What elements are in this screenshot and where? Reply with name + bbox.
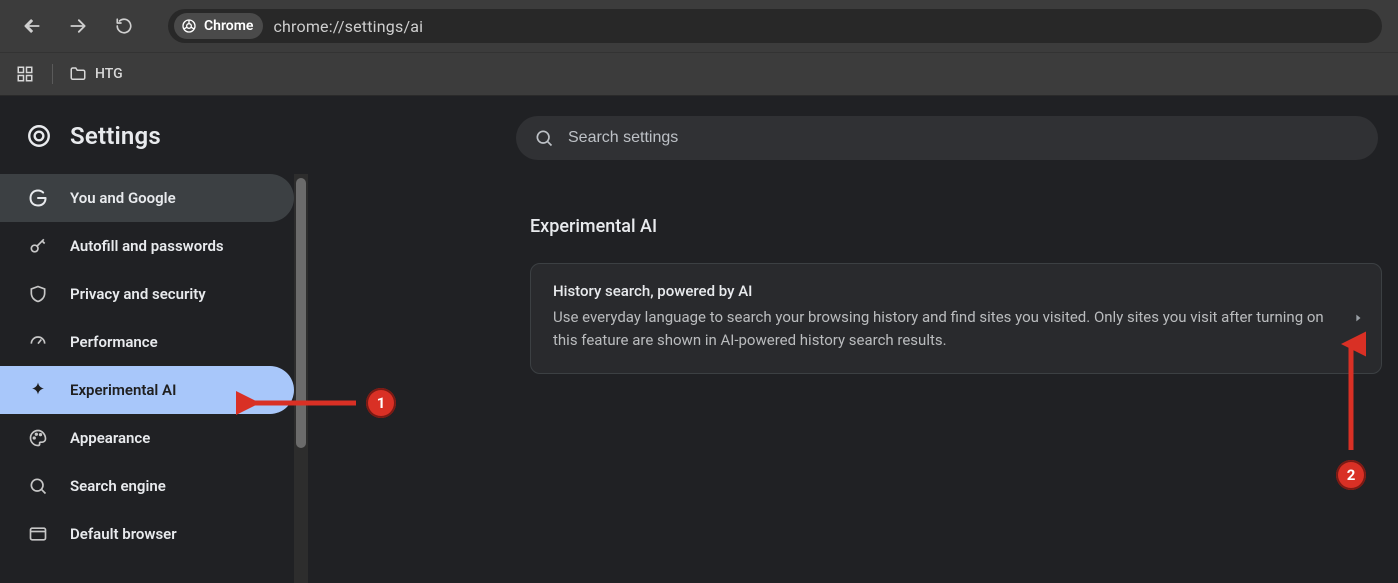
sidebar-scrollbar-thumb[interactable]: [296, 178, 306, 448]
sidebar-item-appearance[interactable]: Appearance: [0, 414, 294, 462]
sidebar-item-label: Performance: [70, 333, 158, 351]
reload-icon: [115, 17, 133, 35]
annotation-badge: 2: [1336, 460, 1366, 490]
address-bar[interactable]: Chrome chrome://settings/ai: [168, 9, 1382, 43]
sidebar-item-label: You and Google: [70, 189, 176, 207]
reload-button[interactable]: [108, 10, 140, 42]
sidebar-scroll-area: You and Google Autofill and passwords Pr…: [0, 174, 308, 583]
settings-left-column: Settings You and Google Autofill and pas…: [0, 96, 308, 583]
card-title: History search, powered by AI: [553, 282, 1327, 300]
apps-grid-icon[interactable]: [16, 65, 34, 83]
browser-window-icon: [28, 524, 48, 544]
settings-sidebar: You and Google Autofill and passwords Pr…: [0, 174, 294, 558]
url-text: chrome://settings/ai: [273, 17, 423, 36]
chrome-icon: [180, 17, 198, 35]
key-icon: [28, 236, 48, 256]
palette-icon: [28, 428, 48, 448]
folder-icon: [69, 65, 87, 83]
search-icon: [534, 128, 554, 148]
forward-button[interactable]: [62, 10, 94, 42]
speedometer-icon: [28, 332, 48, 352]
sidebar-item-experimental-ai[interactable]: Experimental AI: [0, 366, 294, 414]
sidebar-item-performance[interactable]: Performance: [0, 318, 294, 366]
annotation-badge: 1: [366, 388, 396, 418]
browser-toolbar: Chrome chrome://settings/ai: [0, 0, 1398, 52]
section-title-experimental-ai: Experimental AI: [530, 216, 1394, 237]
settings-main: Experimental AI History search, powered …: [308, 96, 1398, 583]
bookmark-htg-label: HTG: [95, 66, 123, 82]
settings-header: Settings: [0, 96, 308, 174]
sidebar-item-autofill[interactable]: Autofill and passwords: [0, 222, 294, 270]
google-g-icon: [28, 188, 48, 208]
settings-logo-icon: [26, 123, 52, 149]
shield-icon: [28, 284, 48, 304]
chevron-right-icon: [1353, 312, 1363, 324]
card-description: Use everyday language to search your bro…: [553, 306, 1327, 353]
sidebar-item-label: Search engine: [70, 477, 166, 495]
sidebar-item-label: Appearance: [70, 429, 150, 447]
arrow-left-icon: [22, 16, 42, 36]
sidebar-item-label: Experimental AI: [70, 381, 176, 399]
sidebar-item-label: Autofill and passwords: [70, 237, 224, 255]
sidebar-item-search-engine[interactable]: Search engine: [0, 462, 294, 510]
search-settings-input[interactable]: [568, 129, 1360, 147]
card-history-search-ai[interactable]: History search, powered by AI Use everyd…: [530, 263, 1382, 374]
sidebar-scrollbar[interactable]: [294, 174, 308, 583]
settings-title: Settings: [70, 122, 161, 150]
bookmarks-divider: [52, 64, 53, 84]
settings-app: Settings You and Google Autofill and pas…: [0, 96, 1398, 583]
sparkle-icon: [28, 380, 48, 400]
search-icon: [28, 476, 48, 496]
bookmark-htg[interactable]: HTG: [69, 65, 123, 83]
sidebar-item-label: Default browser: [70, 525, 177, 543]
sidebar-item-label: Privacy and security: [70, 285, 206, 303]
arrow-right-icon: [68, 16, 88, 36]
sidebar-item-you-and-google[interactable]: You and Google: [0, 174, 294, 222]
site-info-chip[interactable]: Chrome: [174, 13, 263, 39]
site-info-chip-label: Chrome: [204, 18, 253, 34]
sidebar-item-privacy[interactable]: Privacy and security: [0, 270, 294, 318]
bookmarks-bar: HTG: [0, 52, 1398, 96]
sidebar-item-default-browser[interactable]: Default browser: [0, 510, 294, 558]
back-button[interactable]: [16, 10, 48, 42]
search-settings-field[interactable]: [516, 116, 1378, 160]
